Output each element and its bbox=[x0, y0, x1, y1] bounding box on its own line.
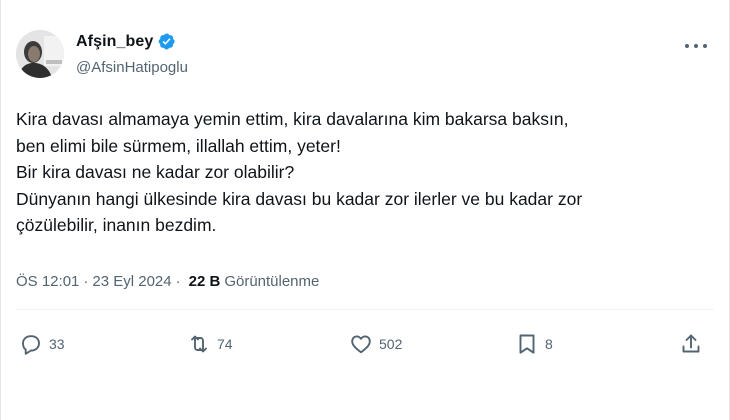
tweet-meta: ÖS 12:01 · 23 Eyl 2024 · 22 B Görüntülen… bbox=[16, 273, 319, 290]
display-name[interactable]: Afşin_bey bbox=[76, 33, 153, 51]
bookmark-icon bbox=[519, 334, 535, 354]
more-options-icon[interactable] bbox=[685, 38, 707, 54]
reply-button[interactable]: 33 bbox=[19, 332, 65, 356]
tweet-card: Afşin_bey @AfsinHatipoglu Kira davası al… bbox=[0, 0, 730, 420]
tweet-time[interactable]: ÖS 12:01 bbox=[16, 273, 79, 290]
retweet-button[interactable]: 74 bbox=[187, 332, 233, 356]
divider bbox=[16, 309, 714, 310]
share-icon bbox=[682, 334, 700, 353]
like-count: 502 bbox=[379, 336, 403, 352]
share-button[interactable] bbox=[679, 332, 703, 356]
reply-icon bbox=[22, 335, 40, 355]
avatar[interactable] bbox=[16, 30, 64, 78]
tweet-text: Kira davası almamaya yemin ettim, kira d… bbox=[16, 109, 583, 235]
tweet-date[interactable]: 23 Eyl 2024 bbox=[92, 273, 171, 290]
user-handle[interactable]: @AfsinHatipoglu bbox=[76, 59, 188, 76]
reply-count: 33 bbox=[49, 336, 65, 352]
meta-separator: · bbox=[83, 273, 89, 290]
retweet-count: 74 bbox=[217, 336, 233, 352]
tweet-header: Afşin_bey @AfsinHatipoglu bbox=[16, 28, 713, 84]
views-label: Görüntülenme bbox=[224, 273, 320, 290]
retweet-icon bbox=[191, 335, 207, 353]
bookmark-button[interactable]: 8 bbox=[515, 332, 553, 356]
meta-separator: · bbox=[175, 273, 181, 290]
verified-badge-icon bbox=[157, 32, 176, 51]
views-count: 22 B bbox=[188, 273, 221, 290]
like-button[interactable]: 502 bbox=[349, 332, 402, 356]
bookmark-count: 8 bbox=[545, 336, 553, 352]
like-icon bbox=[351, 335, 371, 354]
action-bar: 33 74 502 8 bbox=[19, 332, 709, 362]
